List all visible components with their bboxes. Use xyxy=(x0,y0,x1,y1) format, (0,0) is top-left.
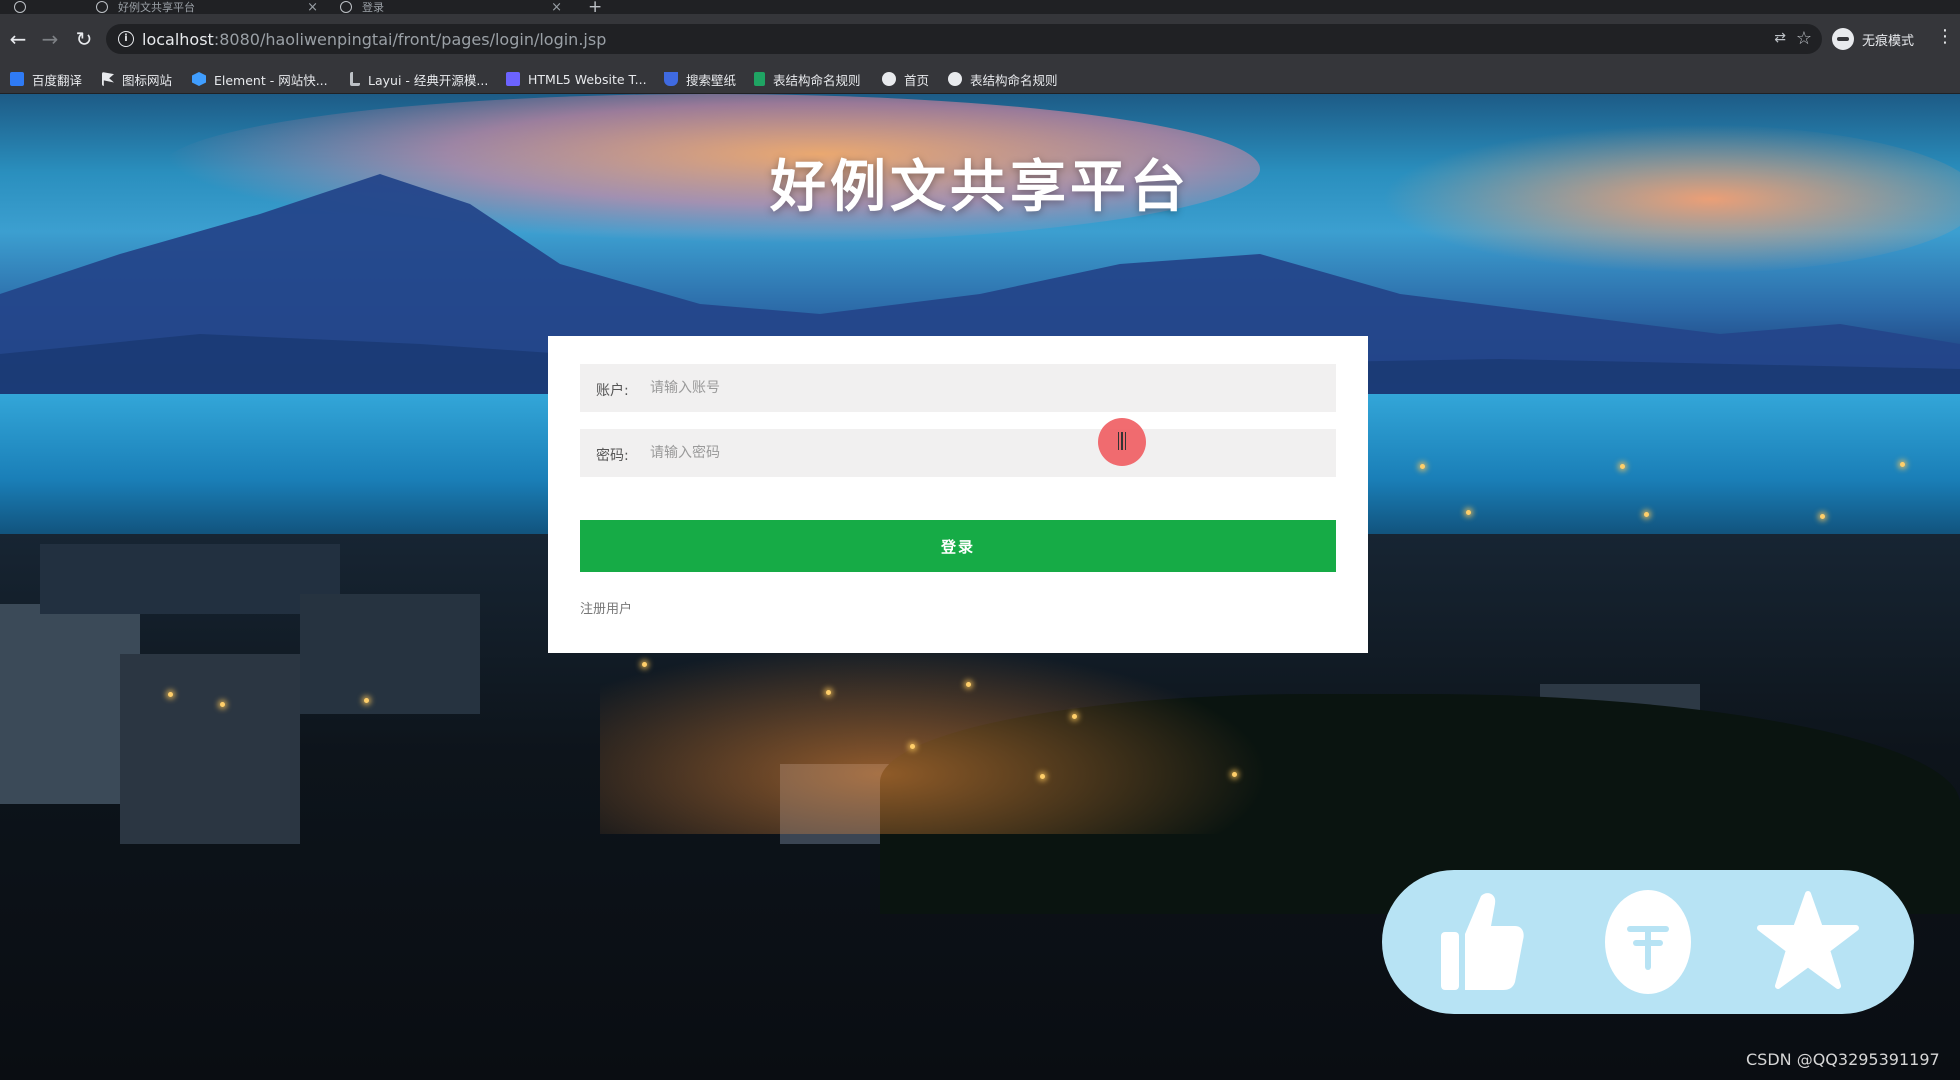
bookmark-item[interactable]: 表结构命名规则 xyxy=(948,70,1058,88)
bookmark-item[interactable]: Element - 网站快... xyxy=(192,70,328,88)
bookmark-label: 搜索壁纸 xyxy=(686,72,737,88)
page-title: 好例文共享平台 xyxy=(770,155,1190,220)
bookmark-item[interactable]: HTML5 Website T... xyxy=(506,70,647,88)
element-hex-icon xyxy=(192,72,206,86)
tab-blank-icon[interactable] xyxy=(52,0,62,14)
password-label: 密码: xyxy=(596,448,629,464)
bookmark-label: 百度翻译 xyxy=(32,72,83,88)
translate-icon[interactable]: ⇄ xyxy=(1774,30,1786,46)
back-arrow-icon[interactable]: ← xyxy=(6,27,30,51)
coin-icon[interactable] xyxy=(1594,888,1702,996)
csdn-action-pill xyxy=(1382,870,1914,1014)
browser-menu-icon[interactable] xyxy=(14,0,36,14)
incognito-icon xyxy=(1832,28,1854,50)
bookmark-label: 图标网站 xyxy=(122,72,173,88)
tab-favicon-icon xyxy=(96,1,108,13)
star-icon[interactable] xyxy=(1754,888,1862,996)
bookmark-label: 表结构命名规则 xyxy=(970,72,1058,88)
account-label: 账户: xyxy=(596,383,629,399)
globe-icon xyxy=(948,72,962,86)
layui-icon xyxy=(350,72,360,86)
password-input[interactable] xyxy=(650,429,1330,477)
bookmark-item[interactable]: 搜索壁纸 xyxy=(664,70,736,88)
tab-close-icon[interactable]: × xyxy=(307,0,318,15)
page-viewport: 好例文共享平台 账户: 密码: 登录 注册用户 xyxy=(0,94,1960,1080)
tab-title: 登录 xyxy=(362,1,384,14)
text-cursor-icon xyxy=(1118,432,1126,450)
bookmarks-bar: 百度翻译 图标网站 Element - 网站快... Layui - 经典开源模… xyxy=(0,64,1960,94)
forward-arrow-icon[interactable]: → xyxy=(38,27,62,51)
tab-close-icon[interactable]: × xyxy=(551,0,562,15)
bookmark-label: 首页 xyxy=(904,72,930,88)
bookmark-label: 表结构命名规则 xyxy=(773,72,861,88)
mouse-cursor-highlight xyxy=(1098,418,1146,466)
baidu-translate-icon xyxy=(10,72,24,86)
reload-icon[interactable]: ↻ xyxy=(72,27,96,51)
bookmark-label: Element - 网站快... xyxy=(214,72,328,88)
url-path: :8080/haoliwenpingtai/front/pages/login/… xyxy=(213,30,607,49)
sheets-icon xyxy=(754,72,765,86)
bookmark-star-icon[interactable]: ☆ xyxy=(1796,28,1812,49)
bookmark-item[interactable]: 图标网站 xyxy=(102,70,172,88)
bookmark-item[interactable]: 首页 xyxy=(882,70,929,88)
globe-icon xyxy=(882,72,896,86)
tab-platform[interactable]: 好例文共享平台 × xyxy=(96,0,318,15)
bookmark-label: Layui - 经典开源模... xyxy=(368,72,489,88)
site-info-icon[interactable]: i xyxy=(118,31,134,47)
bookmark-item[interactable]: 表结构命名规则 xyxy=(754,70,861,88)
incognito-indicator[interactable]: 无痕模式 xyxy=(1832,26,1914,52)
tab-login[interactable]: 登录 × xyxy=(340,0,562,15)
url-host: localhost xyxy=(142,30,214,49)
address-bar: ← → ↻ i localhost:8080/haoliwenpingtai/f… xyxy=(0,14,1960,64)
incognito-label: 无痕模式 xyxy=(1862,33,1915,49)
browser-tab-strip: 好例文共享平台 × 登录 × + xyxy=(0,0,1960,17)
url-text[interactable]: localhost:8080/haoliwenpingtai/front/pag… xyxy=(142,30,606,49)
street-lights-glow xyxy=(600,634,1300,834)
account-field[interactable]: 账户: xyxy=(580,364,1336,412)
bookmark-label: HTML5 Website T... xyxy=(528,71,647,87)
omnibox[interactable]: i localhost:8080/haoliwenpingtai/front/p… xyxy=(106,24,1822,54)
register-link[interactable]: 注册用户 xyxy=(580,598,632,617)
login-button[interactable]: 登录 xyxy=(580,520,1336,572)
tab-title: 好例文共享平台 xyxy=(118,1,195,14)
thumbs-up-icon[interactable] xyxy=(1428,888,1536,996)
bookmark-item[interactable]: 百度翻译 xyxy=(10,70,82,88)
html5-template-icon xyxy=(506,72,520,86)
csdn-watermark: CSDN @QQ3295391197 xyxy=(1746,1050,1940,1069)
browser-menu-dots-icon[interactable]: ⋮ xyxy=(1936,26,1954,47)
flag-icon xyxy=(102,72,114,86)
tab-favicon-icon xyxy=(340,1,352,13)
login-form: 账户: 密码: 登录 注册用户 xyxy=(548,336,1368,653)
password-field[interactable]: 密码: xyxy=(580,429,1336,477)
wallpaper-icon xyxy=(664,72,678,86)
bookmark-item[interactable]: Layui - 经典开源模... xyxy=(350,70,488,88)
account-input[interactable] xyxy=(650,364,1330,412)
